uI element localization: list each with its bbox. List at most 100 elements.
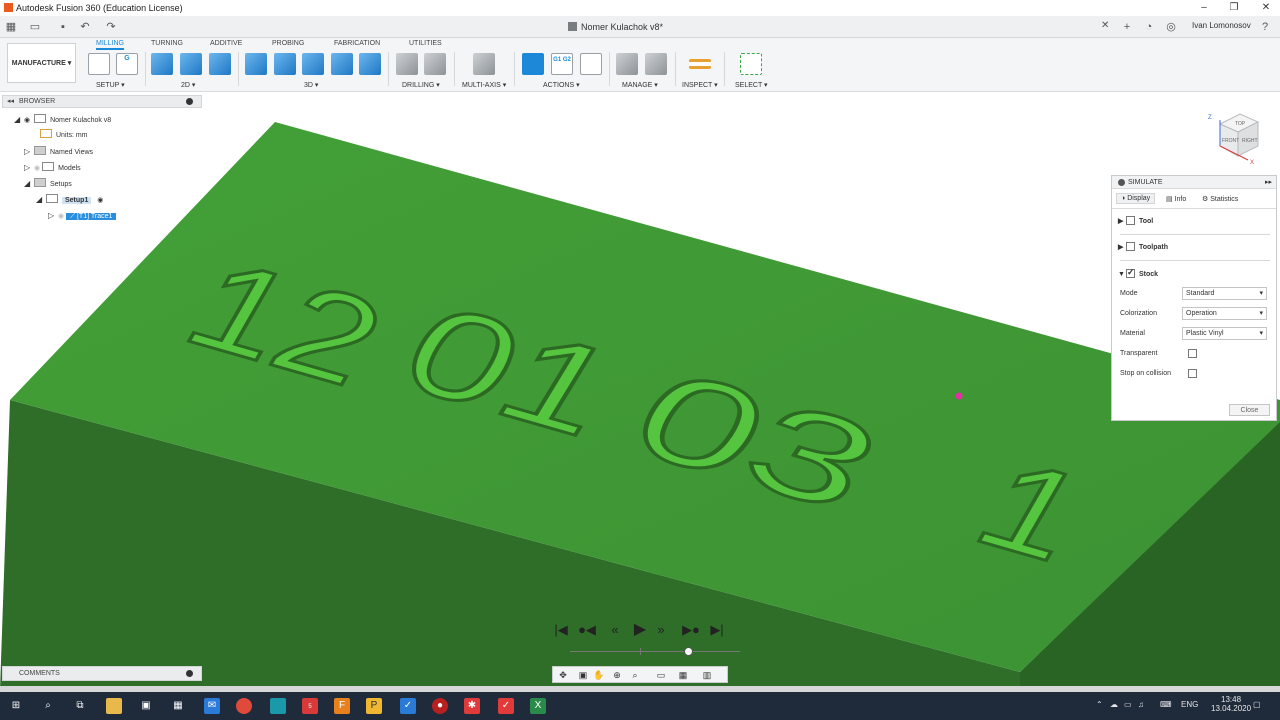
grid-menu-icon[interactable]: ▦: [4, 20, 18, 34]
skip-to-end-icon[interactable]: ▶|: [708, 621, 726, 639]
measure-icon[interactable]: [689, 59, 711, 69]
simulate-icon[interactable]: [522, 53, 544, 75]
calculator-icon[interactable]: ▦: [170, 698, 186, 714]
tray-chevron-icon[interactable]: ⌃: [1096, 700, 1103, 709]
tree-item-named-views[interactable]: ▷ Named Views: [24, 145, 93, 159]
section-tool[interactable]: ▶ Tool: [1118, 216, 1153, 225]
setup-sheet-icon[interactable]: G: [116, 53, 138, 75]
document-tab[interactable]: Nomer Kulachok v8*: [568, 19, 663, 35]
record-app-icon[interactable]: ●: [432, 698, 448, 714]
collapse-arrow-icon[interactable]: ▼: [1118, 271, 1126, 278]
tree-item-units[interactable]: Units: mm: [40, 129, 88, 143]
play-icon[interactable]: ▶: [632, 621, 648, 639]
workspace-switcher[interactable]: MANUFACTURE ▾: [7, 43, 76, 83]
fit-icon[interactable]: ⌕: [629, 669, 641, 681]
volume-icon[interactable]: ♫: [1138, 700, 1144, 709]
store-icon[interactable]: ▣: [138, 698, 154, 714]
display-settings-icon[interactable]: ▭: [655, 669, 667, 681]
pocket-clearing-icon[interactable]: [274, 53, 296, 75]
app-icon[interactable]: [270, 698, 286, 714]
tool-checkbox[interactable]: [1126, 216, 1135, 225]
timeline-track[interactable]: [570, 651, 740, 652]
notifications-icon[interactable]: ◎: [1164, 20, 1178, 34]
minimize-button[interactable]: –: [1196, 1, 1212, 15]
checkmark-app-icon[interactable]: ✓: [400, 698, 416, 714]
expand-arrow-icon[interactable]: ▷: [24, 161, 34, 175]
viewcube[interactable]: TOP FRONT RIGHT Z X: [1208, 110, 1262, 166]
next-operation-icon[interactable]: ▶●: [680, 621, 702, 639]
tree-item-operation[interactable]: ▷ ◉ ⟋ [T1] Trace1: [48, 209, 117, 223]
tree-item-models[interactable]: ▷ ◉ Models: [24, 161, 81, 175]
skip-to-start-icon[interactable]: |◀: [552, 621, 570, 639]
file-explorer-icon[interactable]: [106, 698, 122, 714]
chrome-icon[interactable]: [236, 698, 252, 714]
parallel-icon[interactable]: [331, 53, 353, 75]
tool-library-icon[interactable]: [616, 53, 638, 75]
stock-checkbox[interactable]: [1126, 267, 1135, 278]
pin-icon[interactable]: [186, 670, 193, 677]
section-toolpath[interactable]: ▶ Toolpath: [1118, 242, 1168, 251]
group-actions[interactable]: ACTIONS ▾: [543, 81, 580, 89]
visibility-eye-icon[interactable]: ◉: [58, 213, 64, 220]
tree-item-setup1[interactable]: ◢ Setup1 ◉: [36, 193, 103, 207]
zoom-icon[interactable]: ⊕: [611, 669, 623, 681]
group-inspect[interactable]: INSPECT ▾: [682, 81, 718, 89]
section-stock[interactable]: ▼ Stock: [1118, 267, 1158, 278]
pin-icon[interactable]: [186, 98, 193, 105]
tab-turning[interactable]: TURNING: [151, 40, 183, 47]
mode-select[interactable]: Standard ▾: [1182, 287, 1267, 300]
clock[interactable]: 13:48 13.04.2020: [1211, 695, 1251, 713]
notification-center-icon[interactable]: ▢: [1253, 700, 1261, 709]
timeline-scrubber[interactable]: [684, 647, 693, 656]
expand-arrow-icon[interactable]: ◢: [24, 177, 34, 191]
maximize-button[interactable]: ❐: [1226, 1, 1242, 15]
cloud-icon[interactable]: ☁: [1110, 700, 1118, 709]
language-indicator[interactable]: ENG: [1181, 700, 1198, 709]
tab-fabrication[interactable]: FABRICATION: [334, 40, 380, 47]
tab-milling[interactable]: MILLING: [96, 40, 125, 50]
tab-additive[interactable]: ADDITIVE: [210, 40, 242, 47]
2d-adaptive-icon[interactable]: [151, 53, 173, 75]
fusion-taskbar-icon[interactable]: F: [334, 698, 350, 714]
expand-arrow-icon[interactable]: ◢: [36, 193, 46, 207]
2d-pocket-icon[interactable]: [180, 53, 202, 75]
previous-operation-icon[interactable]: ●◀: [576, 621, 598, 639]
windows-start-icon[interactable]: ⊞: [8, 698, 24, 714]
activate-icon[interactable]: ◉: [97, 197, 103, 204]
new-setup-icon[interactable]: [88, 53, 110, 75]
machine-library-icon[interactable]: [645, 53, 667, 75]
material-select[interactable]: Plastic Vinyl ▾: [1182, 327, 1267, 340]
tree-item-root[interactable]: ◢ ◉ Nomer Kulachok v8: [14, 113, 111, 127]
visibility-eye-icon[interactable]: ◉: [24, 117, 30, 124]
tab-info[interactable]: ▤ Info: [1166, 195, 1186, 203]
contour-icon[interactable]: [302, 53, 324, 75]
expand-arrow-icon[interactable]: ▶: [1118, 243, 1126, 251]
group-setup[interactable]: SETUP ▾: [96, 81, 125, 89]
expand-arrow-icon[interactable]: ▷: [48, 209, 58, 223]
comments-bar[interactable]: COMMENTS: [2, 666, 202, 681]
transparent-checkbox-box[interactable]: [1188, 349, 1197, 358]
stop-on-collision-checkbox-box[interactable]: [1188, 369, 1197, 378]
step-forward-icon[interactable]: »: [652, 621, 670, 639]
select-box-icon[interactable]: [740, 53, 762, 75]
viewport[interactable]: 12 01 03 1: [0, 92, 1280, 686]
face-icon[interactable]: [209, 53, 231, 75]
transparent-checkbox[interactable]: [1188, 349, 1201, 358]
scallop-icon[interactable]: [359, 53, 381, 75]
setup-sheet-doc-icon[interactable]: [580, 53, 602, 75]
pan-icon[interactable]: ✋: [593, 669, 605, 681]
collapse-panel-icon[interactable]: ◂◂: [7, 96, 14, 107]
expand-arrow-icon[interactable]: ▶: [1118, 217, 1126, 225]
redo-icon[interactable]: ↷: [104, 20, 118, 34]
new-tab-icon[interactable]: +: [1120, 20, 1134, 34]
group-2d[interactable]: 2D ▾: [181, 81, 195, 89]
browser-header[interactable]: ◂◂ BROWSER: [2, 95, 202, 108]
group-drilling[interactable]: DRILLING ▾: [402, 81, 440, 89]
tab-display[interactable]: ◑ Display: [1116, 193, 1156, 204]
group-multi-axis[interactable]: MULTI-AXIS ▾: [462, 81, 506, 89]
job-status-icon[interactable]: ◔: [1142, 20, 1156, 34]
tab-statistics[interactable]: ⚙ Statistics: [1202, 195, 1238, 203]
close-button[interactable]: Close: [1229, 404, 1270, 416]
tab-utilities[interactable]: UTILITIES: [409, 40, 442, 47]
tab-probing[interactable]: PROBING: [272, 40, 304, 47]
